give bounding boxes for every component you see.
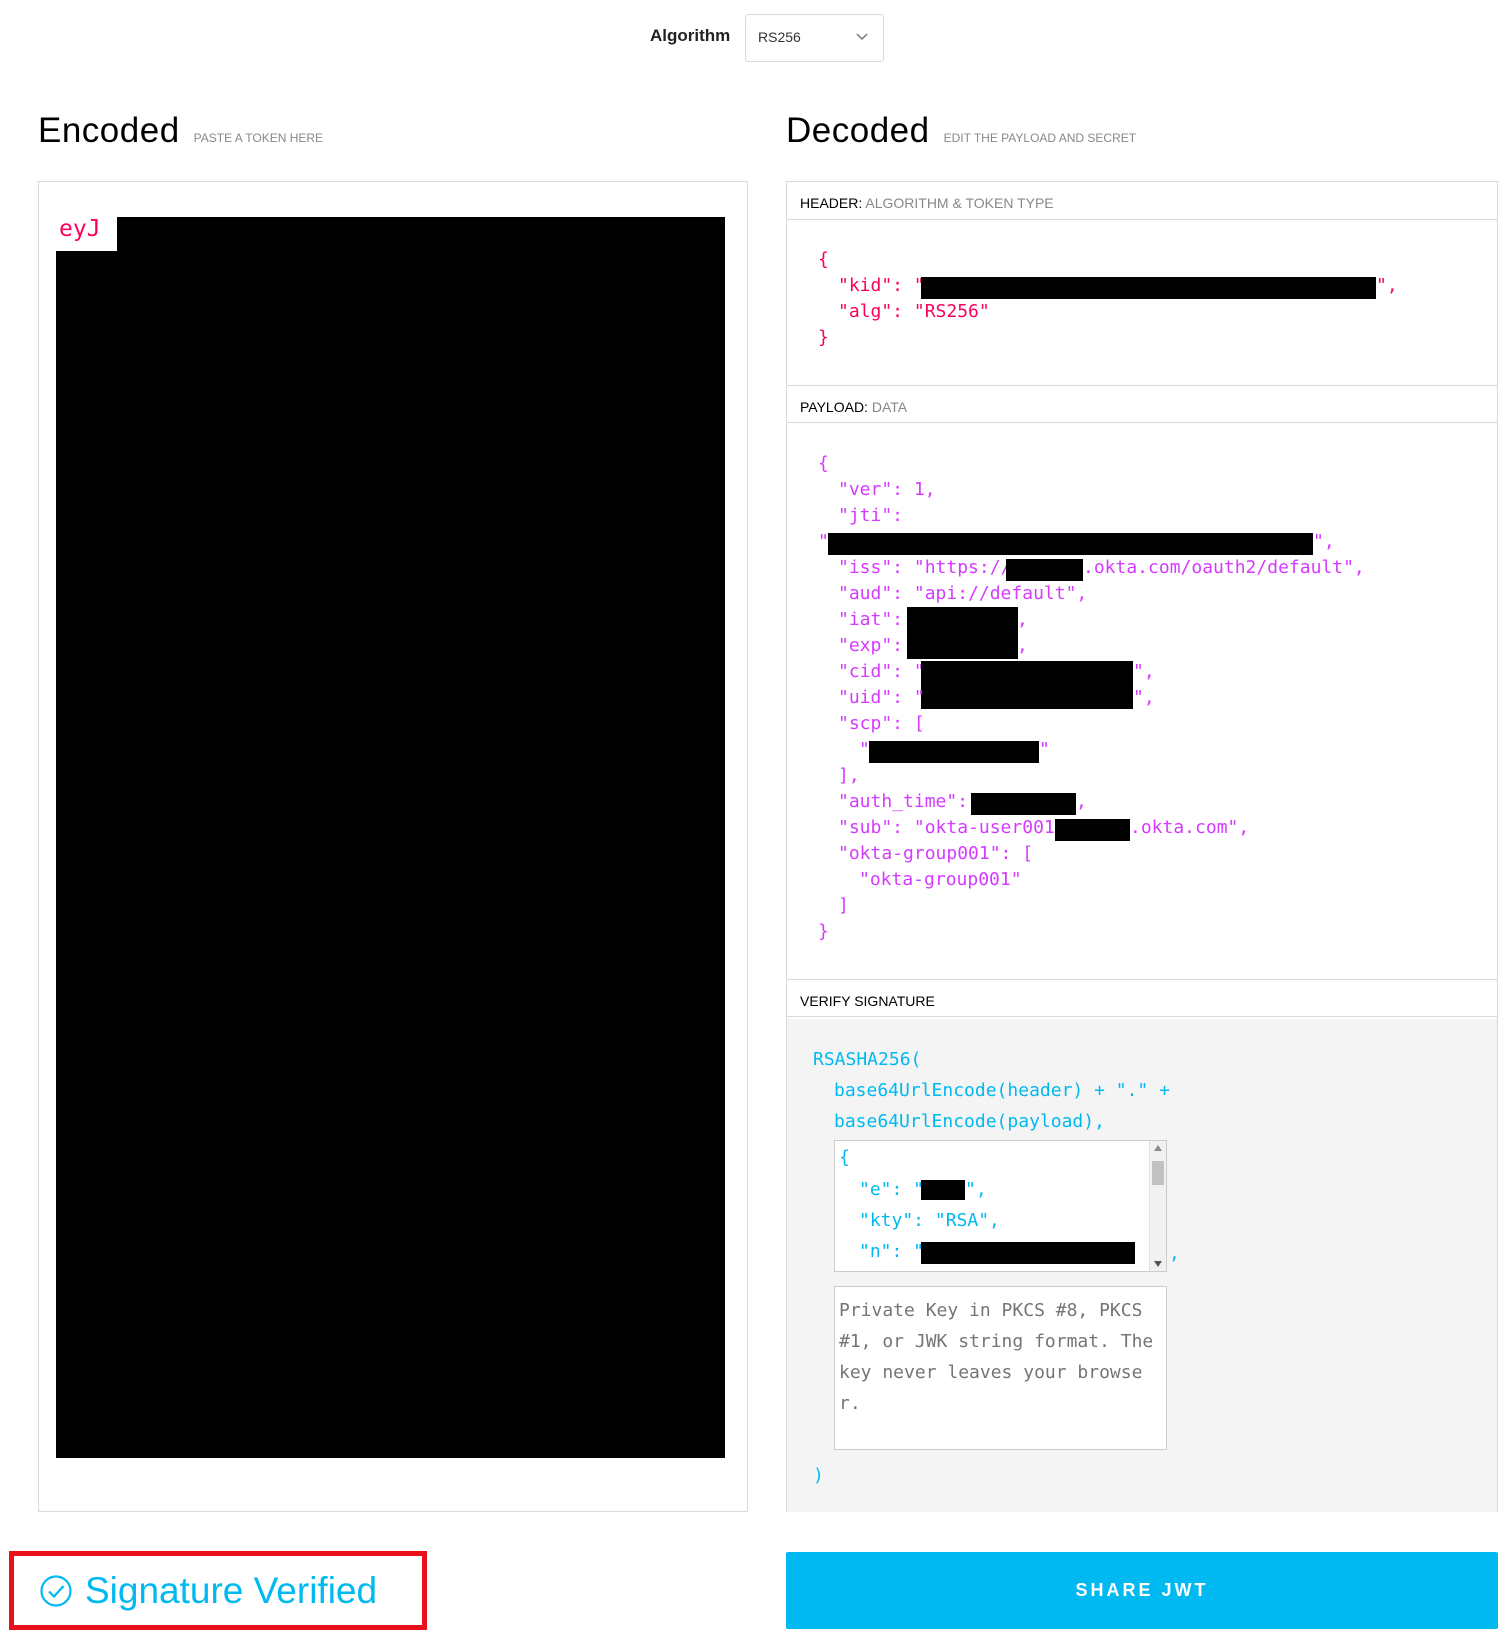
redacted-token <box>56 217 725 1458</box>
pubkey-trailing-comma: , <box>1169 1243 1180 1264</box>
scroll-up-icon[interactable] <box>1153 1144 1163 1152</box>
decoded-subtitle: EDIT THE PAYLOAD AND SECRET <box>943 131 1137 145</box>
check-circle-icon <box>40 1574 72 1607</box>
algorithm-select[interactable]: RS256 <box>745 14 884 62</box>
decoded-title-row: Decoded EDIT THE PAYLOAD AND SECRET <box>786 111 1136 151</box>
payload-ver: "ver": 1, <box>838 479 936 500</box>
verify-section-title: VERIFY SIGNATURE <box>787 979 1497 1017</box>
header-sublabel: ALGORITHM & TOKEN TYPE <box>865 195 1054 211</box>
payload-sub-key: "sub": "okta-user001@ <box>838 817 1066 838</box>
signature-verified-text: Signature Verified <box>85 1569 378 1611</box>
payload-open-brace: { <box>818 453 829 474</box>
encoded-subtitle: PASTE A TOKEN HERE <box>193 131 324 145</box>
redacted-e-value <box>921 1180 965 1200</box>
payload-iat-key: "iat": <box>838 609 904 630</box>
encoded-title-row: Encoded PASTE A TOKEN HERE <box>38 111 323 151</box>
pubkey-scrollbar[interactable] <box>1149 1141 1166 1271</box>
payload-exp-key: "exp": <box>838 635 904 656</box>
pubkey-e-end: ", <box>965 1179 987 1200</box>
pubkey-n-key: "n": " <box>859 1241 925 1262</box>
encoded-token-editor[interactable]: eyJ <box>38 181 748 1512</box>
payload-uid-key: "uid": " <box>838 687 925 708</box>
payload-jti-key: "jti": <box>838 505 904 526</box>
payload-group-item: "okta-group001" <box>859 869 1022 890</box>
pubkey-kty: "kty": "RSA", <box>859 1210 1000 1231</box>
payload-sublabel: DATA <box>871 399 908 415</box>
redacted-n-value <box>921 1242 1135 1264</box>
pubkey-open-brace: { <box>839 1147 850 1168</box>
payload-auth-time-end: , <box>1076 791 1087 812</box>
payload-iss-key: "iss": "https:// <box>838 557 1012 578</box>
payload-section-title: PAYLOAD: DATA <box>787 385 1497 423</box>
redacted-jti <box>828 533 1313 555</box>
redacted-kid <box>921 277 1376 299</box>
chevron-down-icon <box>856 33 868 41</box>
header-kid-end: ", <box>1376 275 1398 296</box>
encoded-title: Encoded <box>38 111 180 150</box>
redacted-auth-time <box>971 793 1076 815</box>
payload-iat-end: , <box>1017 609 1028 630</box>
header-label: HEADER: <box>800 195 863 211</box>
decoded-panel: HEADER: ALGORITHM & TOKEN TYPE { "kid": … <box>786 181 1498 1512</box>
payload-group-close: ] <box>838 895 849 916</box>
verify-fn-open: RSASHA256( <box>813 1049 922 1070</box>
verify-label: VERIFY SIGNATURE <box>800 993 935 1009</box>
pubkey-e-key: "e": " <box>859 1179 925 1200</box>
public-key-input[interactable]: { "e": " ", "kty": "RSA", "n": " <box>834 1140 1167 1272</box>
header-section-title: HEADER: ALGORITHM & TOKEN TYPE <box>787 182 1497 220</box>
payload-uid-end: ", <box>1133 687 1155 708</box>
verify-line-header: base64UrlEncode(header) + "." + <box>834 1080 1170 1101</box>
decoded-title: Decoded <box>786 111 930 150</box>
verify-fn-close: ) <box>813 1465 824 1486</box>
signature-verified-status: Signature Verified <box>9 1551 427 1630</box>
algorithm-bar: Algorithm RS256 <box>0 14 1510 62</box>
redacted-iat-exp <box>907 607 1018 659</box>
payload-jti-end: ", <box>1313 531 1335 552</box>
payload-cid-end: ", <box>1133 661 1155 682</box>
pubkey-scroll-thumb[interactable] <box>1152 1161 1164 1185</box>
header-kid-key: "kid": " <box>838 275 925 296</box>
payload-scp-close: ], <box>838 765 860 786</box>
payload-sub-end: .okta.com", <box>1130 817 1250 838</box>
payload-cid-key: "cid": " <box>838 661 925 682</box>
payload-close-brace: } <box>818 921 829 942</box>
payload-scp-item-end: " <box>1039 739 1050 760</box>
payload-scp-key: "scp": [ <box>838 713 925 734</box>
payload-auth-time-key: "auth_time": <box>838 791 969 812</box>
payload-aud: "aud": "api://default", <box>838 583 1088 604</box>
share-jwt-button[interactable]: SHARE JWT <box>786 1552 1498 1629</box>
header-alg-line: "alg": "RS256" <box>838 301 990 322</box>
payload-exp-end: , <box>1017 635 1028 656</box>
header-close-brace: } <box>818 327 829 348</box>
header-open-brace: { <box>818 249 829 270</box>
redacted-iss-domain <box>1006 559 1083 581</box>
algorithm-label: Algorithm <box>650 26 731 45</box>
scroll-down-icon[interactable] <box>1153 1260 1163 1268</box>
payload-group-key: "okta-group001": [ <box>838 843 1034 864</box>
redacted-sub-domain <box>1055 819 1130 841</box>
verify-line-payload: base64UrlEncode(payload), <box>834 1111 1105 1132</box>
token-start-text: eyJ <box>55 216 105 242</box>
verify-signature-body: RSASHA256( base64UrlEncode(header) + "."… <box>787 1019 1497 1512</box>
payload-iss-end: .okta.com/oauth2/default", <box>1083 557 1365 578</box>
redacted-cid-uid <box>921 661 1133 709</box>
private-key-input[interactable]: Private Key in PKCS #8, PKCS #1, or JWK … <box>834 1286 1167 1450</box>
redacted-scp <box>869 741 1039 763</box>
algorithm-value: RS256 <box>758 29 801 45</box>
payload-label: PAYLOAD: <box>800 399 868 415</box>
